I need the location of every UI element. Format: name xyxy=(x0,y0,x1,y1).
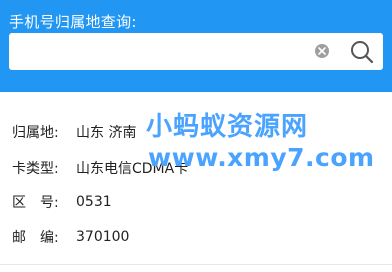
phone-number-input[interactable] xyxy=(19,41,309,61)
watermark-title: 小蚂蚁资源网 xyxy=(146,112,309,142)
result-row-postcode: 邮 编: 370100 xyxy=(12,227,129,247)
location-value: 山东 济南 xyxy=(76,125,137,141)
search-box[interactable] xyxy=(9,33,383,70)
result-row-location: 归属地: 山东 济南 xyxy=(12,122,136,142)
area-code-label: 区 号: xyxy=(12,195,59,211)
divider xyxy=(0,264,392,265)
watermark: 小蚂蚁资源网 www.xmy7.com xyxy=(146,106,386,176)
postcode-value: 370100 xyxy=(76,229,130,245)
clear-icon xyxy=(318,47,326,55)
header-bar: 手机号归属地查询: xyxy=(0,0,392,92)
watermark-url: www.xmy7.com xyxy=(148,143,375,172)
clear-button[interactable] xyxy=(315,44,329,58)
page-title: 手机号归属地查询: xyxy=(9,13,137,31)
area-code-value: 0531 xyxy=(76,194,112,210)
location-label: 归属地: xyxy=(12,125,59,141)
search-button[interactable] xyxy=(349,39,375,65)
card-type-label: 卡类型: xyxy=(12,161,59,177)
search-icon xyxy=(351,41,374,64)
result-row-area-code: 区 号: 0531 xyxy=(12,192,112,212)
postcode-label: 邮 编: xyxy=(12,230,59,246)
